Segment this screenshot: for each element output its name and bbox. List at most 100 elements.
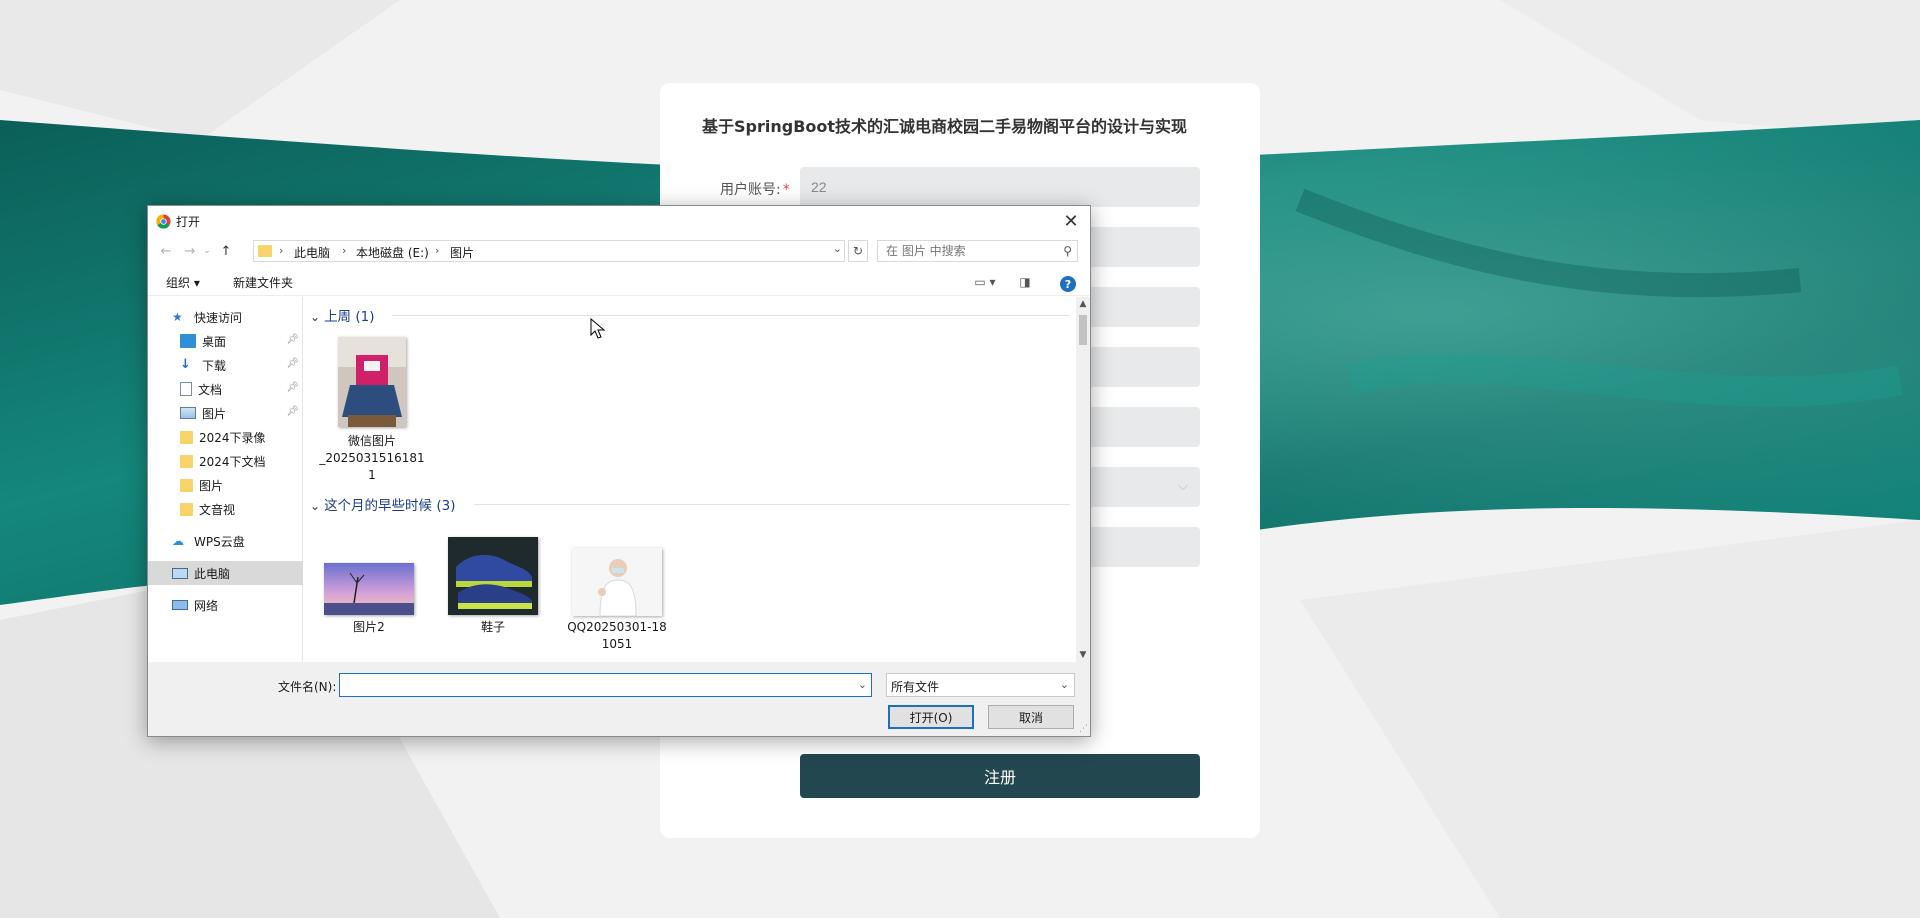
pin-icon: 📌︎ (286, 406, 299, 417)
file-thumbnail-shoes[interactable] (448, 537, 538, 615)
scroll-down-icon[interactable]: ▼ (1076, 648, 1090, 662)
photo-thumbnail (448, 537, 538, 615)
recent-locations-chevron-icon[interactable]: ⌄ (200, 241, 214, 261)
breadcrumb-separator-icon: › (435, 244, 440, 257)
help-icon[interactable]: ? (1060, 276, 1076, 292)
desktop-icon (180, 334, 196, 348)
folder-icon (180, 454, 193, 468)
filetype-select[interactable]: 所有文件 ⌄ (886, 673, 1075, 697)
refresh-icon[interactable]: ↻ (848, 240, 868, 262)
file-thumbnail-image2[interactable] (324, 563, 414, 615)
file-name-image2[interactable]: 图片2 (304, 619, 434, 636)
filetype-value: 所有文件 (891, 680, 940, 694)
file-name-wechat[interactable]: 微信图片 _2025031516181 1 (304, 433, 440, 484)
file-list-scrollbar[interactable]: ▲ ▼ (1076, 297, 1090, 662)
sidebar-item-wps-cloud[interactable]: ☁ WPS云盘 (148, 529, 303, 553)
network-icon (172, 600, 188, 610)
view-options-icon[interactable]: ▭ ▾ (970, 272, 1000, 292)
search-input[interactable] (878, 241, 1077, 261)
breadcrumb-this-pc[interactable]: 此电脑 (294, 244, 330, 261)
group-header-last-week[interactable]: ⌄ 上周 (1) (310, 305, 374, 325)
new-folder-button[interactable]: 新建文件夹 (233, 274, 293, 291)
breadcrumb-separator-icon: › (279, 244, 284, 257)
address-dropdown-icon[interactable]: ⌄ (833, 242, 842, 255)
sidebar-item-folder-recordings[interactable]: 2024下录像 (148, 425, 303, 449)
document-icon (180, 382, 192, 396)
up-arrow-icon[interactable]: ↑ (216, 241, 236, 261)
pictures-icon (180, 407, 196, 419)
sidebar-item-documents[interactable]: 文档 📌︎ (148, 377, 303, 401)
file-name-line: 1 (368, 468, 376, 482)
chevron-down-icon: ⌄ (310, 499, 321, 513)
account-input[interactable] (800, 167, 1200, 207)
open-button[interactable]: 打开(O) (888, 705, 974, 729)
file-name-line: 鞋子 (480, 620, 505, 634)
navigation-pane: ★ 快速访问 桌面 📌︎ ↓ 下载 📌︎ 文档 📌︎ 图片 📌︎ 2024下录像 (148, 297, 303, 662)
file-thumbnail-wechat[interactable] (338, 337, 406, 427)
sidebar-item-this-pc[interactable]: 此电脑 (148, 561, 303, 585)
sidebar-item-folder-documents[interactable]: 2024下文档 (148, 449, 303, 473)
group-header-label: 上周 (1) (324, 309, 375, 325)
sidebar-item-folder-pictures[interactable]: 图片 (148, 473, 303, 497)
filename-input[interactable] (340, 674, 871, 696)
account-label-text: 用户账号: (720, 182, 781, 198)
organize-menu[interactable]: 组织 ▾ (166, 274, 200, 291)
sidebar-item-downloads[interactable]: ↓ 下载 📌︎ (148, 353, 303, 377)
chevron-down-icon: ⌵ (1178, 479, 1188, 494)
search-box[interactable]: ⚲ (877, 240, 1078, 262)
dialog-navbar: ← → ⌄ ↑ › 此电脑 › 本地磁盘 (E:) › 图片 ⌄ ↻ ⚲ (148, 236, 1090, 266)
chevron-down-icon: ⌄ (310, 310, 321, 324)
sidebar-item-folder-media[interactable]: 文音视 (148, 497, 303, 521)
file-name-shoes[interactable]: 鞋子 (428, 619, 558, 636)
pin-icon: 📌︎ (286, 382, 299, 393)
group-divider (474, 504, 1070, 505)
filename-label: 文件名(N): (278, 680, 337, 694)
chevron-down-icon[interactable]: ⌄ (858, 678, 867, 691)
scrollbar-thumb[interactable] (1079, 315, 1087, 345)
resize-grip-icon[interactable]: ⋰ (1079, 724, 1088, 734)
sidebar-item-network[interactable]: 网络 (148, 593, 303, 617)
pin-icon: 📌︎ (286, 358, 299, 369)
sidebar-item-label: WPS云盘 (194, 534, 245, 549)
close-icon[interactable]: ✕ (1056, 206, 1086, 236)
folder-icon (180, 502, 193, 516)
file-name-line: 微信图片 (347, 434, 396, 448)
mouse-cursor-icon (590, 318, 606, 339)
scroll-up-icon[interactable]: ▲ (1076, 297, 1090, 311)
back-arrow-icon[interactable]: ← (156, 241, 176, 261)
group-header-earlier-this-month[interactable]: ⌄ 这个月的早些时候 (3) (310, 494, 455, 514)
photo-thumbnail (324, 563, 414, 615)
pin-icon: 📌︎ (286, 334, 299, 345)
sidebar-item-pictures[interactable]: 图片 📌︎ (148, 401, 303, 425)
breadcrumb-separator-icon: › (342, 244, 347, 257)
file-name-line: QQ20250301-18 (567, 620, 667, 634)
sidebar-item-label: 快速访问 (194, 310, 243, 325)
chrome-icon (156, 214, 171, 229)
group-header-label: 这个月的早些时候 (3) (324, 498, 456, 514)
dialog-titlebar: 打开 ✕ (148, 206, 1090, 236)
cancel-button[interactable]: 取消 (988, 705, 1074, 729)
sidebar-item-label: 图片 (202, 406, 227, 421)
file-name-qq[interactable]: QQ20250301-18 1051 (552, 619, 682, 653)
folder-icon (180, 430, 193, 444)
sidebar-item-desktop[interactable]: 桌面 📌︎ (148, 329, 303, 353)
sidebar-item-label: 图片 (199, 478, 224, 493)
file-name-line: 图片2 (353, 620, 385, 634)
sidebar-item-label: 此电脑 (194, 566, 231, 581)
register-button[interactable]: 注册 (800, 754, 1200, 798)
preview-pane-icon[interactable]: ◨ (1014, 272, 1036, 292)
filename-combobox[interactable]: ⌄ (339, 673, 872, 697)
account-input-field[interactable] (800, 167, 1200, 207)
file-name-line: 1051 (601, 637, 633, 651)
dialog-footer: 文件名(N): ⌄ 所有文件 ⌄ 打开(O) 取消 ⋰ (148, 662, 1090, 736)
forward-arrow-icon[interactable]: → (180, 241, 200, 261)
download-icon: ↓ (180, 357, 191, 372)
breadcrumb-pictures[interactable]: 图片 (450, 244, 474, 261)
breadcrumb-local-disk[interactable]: 本地磁盘 (E:) (356, 244, 429, 261)
file-thumbnail-qq[interactable] (572, 548, 662, 616)
address-bar[interactable]: › 此电脑 › 本地磁盘 (E:) › 图片 ⌄ (253, 240, 845, 262)
computer-icon (172, 567, 188, 579)
sidebar-item-label: 下载 (202, 358, 227, 373)
sidebar-item-label: 2024下录像 (199, 430, 266, 445)
sidebar-item-quick-access[interactable]: ★ 快速访问 (148, 305, 303, 329)
